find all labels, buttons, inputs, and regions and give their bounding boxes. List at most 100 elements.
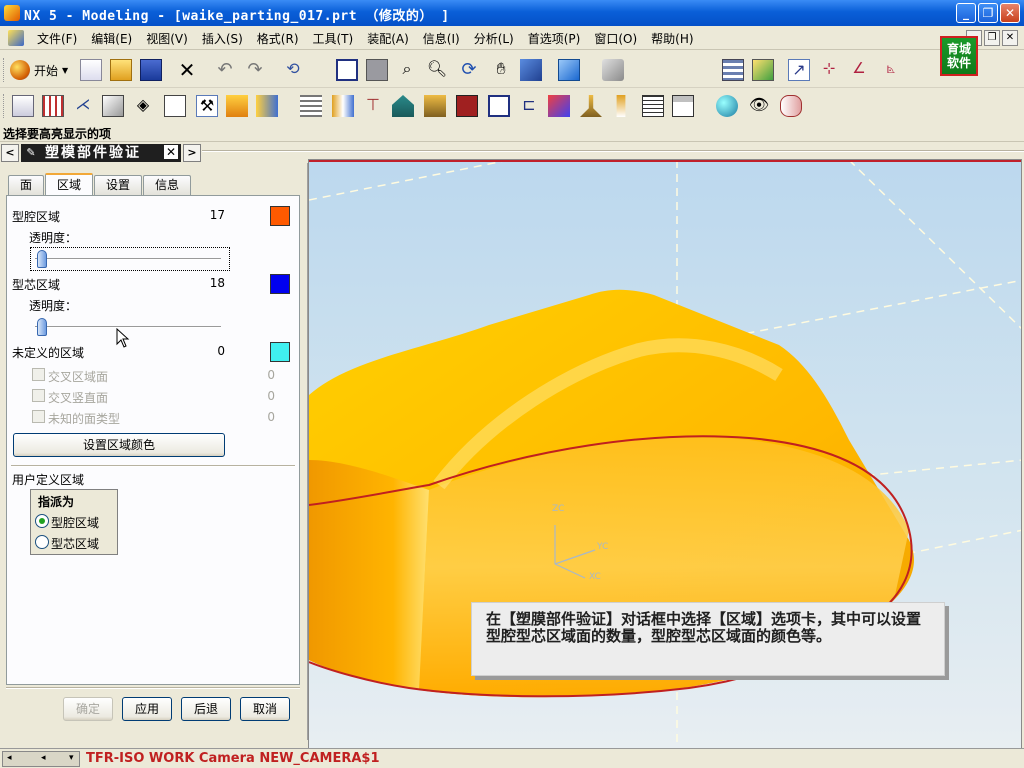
datum-csys-icon[interactable]: ⋌ (72, 95, 94, 117)
document-icon[interactable] (8, 30, 24, 46)
perspective-icon[interactable] (520, 59, 542, 81)
zoom-window-icon[interactable] (366, 59, 388, 81)
minimize-button[interactable]: _ (956, 3, 976, 23)
globe-icon[interactable] (716, 95, 738, 117)
menu-item-9[interactable]: 首选项(P) (521, 30, 588, 47)
chevron-left-icon[interactable]: ◂ (41, 753, 46, 763)
view-orient-icon[interactable] (602, 59, 624, 81)
undo-icon[interactable]: ↶ (214, 59, 236, 81)
intersect-vertical-checkbox[interactable] (32, 389, 45, 402)
house-icon[interactable] (392, 95, 414, 117)
pin-icon[interactable]: ✎ (24, 146, 38, 160)
assign-cavity-radio[interactable] (35, 514, 49, 528)
move-to-layer-icon[interactable] (752, 59, 774, 81)
layer-stack-icon[interactable] (300, 95, 322, 117)
doc-restore-button[interactable]: ❐ (984, 30, 1000, 46)
tab-faces[interactable]: 面 (8, 175, 45, 195)
undefined-color-swatch[interactable] (270, 342, 290, 362)
pan-icon[interactable]: ✋︎ (490, 59, 512, 81)
bracket-icon[interactable] (488, 95, 510, 117)
layers-icon[interactable]: ◈ (132, 95, 154, 117)
menu-item-6[interactable]: 装配(A) (360, 30, 416, 47)
chevron-right-icon[interactable]: > (183, 144, 201, 162)
intersect-faces-checkbox[interactable] (32, 368, 45, 381)
wcs-rotate-icon[interactable]: ∠ (848, 59, 870, 81)
menu-item-0[interactable]: 文件(F) (30, 30, 84, 47)
box-icon[interactable] (102, 95, 124, 117)
cavity-color-swatch[interactable] (270, 206, 290, 226)
doc-close-button[interactable]: ✕ (1002, 30, 1018, 46)
grid-icon[interactable] (42, 95, 64, 117)
slider-thumb[interactable] (37, 250, 47, 268)
set-region-color-button[interactable]: 设置区域颜色 (13, 433, 225, 457)
table-icon[interactable] (642, 95, 664, 117)
menu-item-2[interactable]: 视图(V) (139, 30, 195, 47)
extract-icon[interactable] (256, 95, 278, 117)
maximize-button[interactable]: ❐ (978, 3, 998, 23)
support-icon[interactable] (424, 95, 446, 117)
fit-view-icon[interactable] (336, 59, 358, 81)
apply-button[interactable]: 应用 (122, 697, 172, 721)
open-folder-icon[interactable] (110, 59, 132, 81)
zoom-icon[interactable]: ⌕ (396, 59, 418, 81)
menu-item-11[interactable]: 帮助(H) (644, 30, 700, 47)
t-shape-icon[interactable]: ⊤ (362, 95, 384, 117)
new-file-icon[interactable] (80, 59, 102, 81)
menu-item-3[interactable]: 插入(S) (195, 30, 250, 47)
delete-icon[interactable]: ✕ (176, 59, 198, 81)
chevron-left-icon[interactable]: < (1, 144, 19, 162)
slider-icon[interactable] (580, 95, 602, 117)
menu-item-8[interactable]: 分析(L) (467, 30, 521, 47)
toolbar-grip[interactable] (3, 58, 6, 82)
core-transparency-slider[interactable] (31, 316, 229, 338)
ok-button[interactable]: 确定 (63, 697, 113, 721)
save-icon[interactable] (140, 59, 162, 81)
toolbar-grip[interactable] (3, 94, 6, 118)
lifter-icon[interactable] (610, 95, 632, 117)
color-surface-icon[interactable] (548, 95, 570, 117)
close-button[interactable]: ✕ (1000, 3, 1020, 23)
menu-item-4[interactable]: 格式(R) (250, 30, 306, 47)
redo-icon[interactable]: ↷ (244, 59, 266, 81)
tools-icon[interactable]: ⚒ (196, 95, 218, 117)
show-hide-icon[interactable]: 👁︎ (748, 95, 770, 117)
part-left-face[interactable] (309, 460, 429, 690)
shaded-view-icon[interactable] (558, 59, 580, 81)
tab-regions[interactable]: 区域 (45, 173, 94, 195)
close-icon[interactable]: ✕ (164, 145, 178, 159)
window-icon[interactable] (672, 95, 694, 117)
chevron-left-icon[interactable]: ◂ (7, 753, 12, 763)
unknown-face-type-checkbox[interactable] (32, 410, 45, 423)
tab-settings[interactable]: 设置 (94, 175, 143, 195)
menu-item-7[interactable]: 信息(I) (416, 30, 467, 47)
cancel-button[interactable]: 取消 (240, 697, 290, 721)
graphics-window[interactable]: ZC YC XC 在【塑膜部件验证】对话框中选择【区域】选项卡，其中可以设置型腔… (308, 159, 1022, 749)
zoom-in-out-icon[interactable]: 🔍︎ (426, 59, 448, 81)
part-navigator-icon[interactable] (12, 95, 34, 117)
split-icon[interactable] (456, 95, 478, 117)
ejector-icon[interactable] (332, 95, 354, 117)
menu-item-5[interactable]: 工具(T) (306, 30, 361, 47)
align-icon[interactable]: ⊏ (518, 95, 540, 117)
menu-item-10[interactable]: 窗口(O) (587, 30, 644, 47)
core-color-swatch[interactable] (270, 274, 290, 294)
back-button[interactable]: 后退 (181, 697, 231, 721)
layer-settings-icon[interactable] (722, 59, 744, 81)
cavity-transparency-slider[interactable] (30, 247, 230, 271)
dialog-tab[interactable]: ✎ 塑模部件验证 ✕ (21, 144, 181, 162)
cylinder-icon[interactable] (780, 95, 802, 117)
start-button[interactable]: 开始 ▼ (10, 58, 68, 82)
repeat-command-icon[interactable]: ⟲ (282, 59, 304, 81)
status-mini-panel[interactable]: ◂ ◂ ▾ (2, 751, 80, 767)
rotate-icon[interactable]: ⟳ (458, 59, 480, 81)
assign-core-radio[interactable] (35, 535, 49, 549)
nx-app-icon[interactable] (4, 5, 20, 21)
slider-thumb[interactable] (37, 318, 47, 336)
menu-item-1[interactable]: 编辑(E) (84, 30, 139, 47)
parting-icon[interactable] (226, 95, 248, 117)
wcs-dynamics-icon[interactable]: ↗ (788, 59, 810, 81)
tab-info[interactable]: 信息 (143, 175, 192, 195)
mold-tools-icon[interactable] (164, 95, 186, 117)
wcs-origin-icon[interactable]: ⊹ (818, 59, 840, 81)
chevron-down-icon[interactable]: ▾ (69, 753, 74, 763)
